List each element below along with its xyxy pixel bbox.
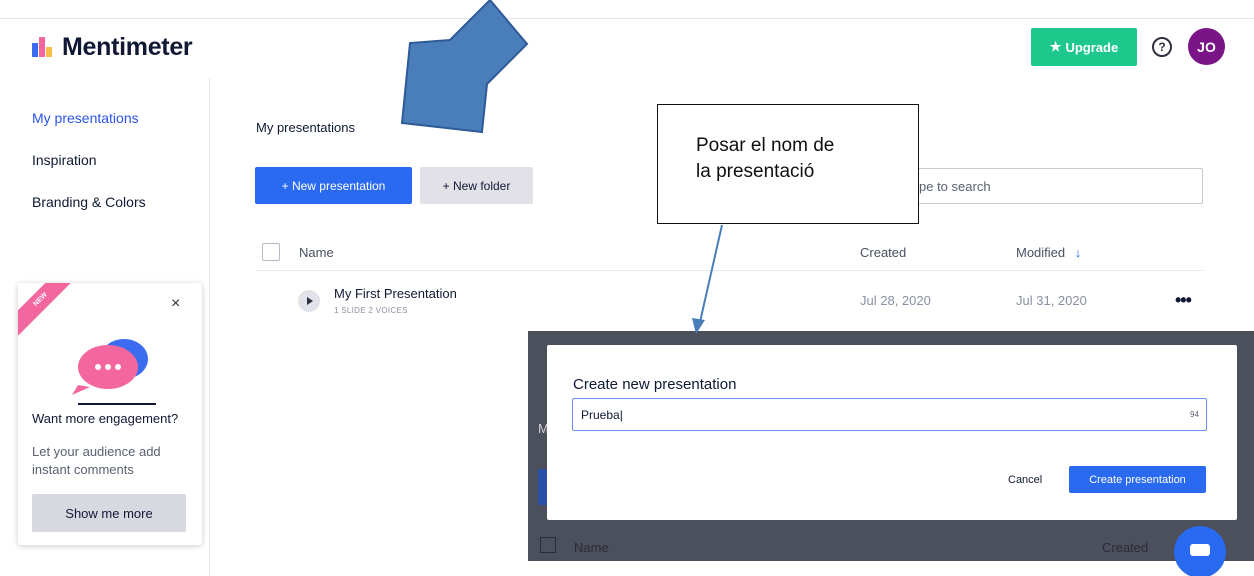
modified-date: Jul 31, 2020 — [1016, 293, 1087, 308]
chat-support-icon[interactable] — [1174, 526, 1226, 576]
chat-bubbles-illustration-icon — [72, 339, 156, 405]
callout-line-2: la presentació — [696, 161, 815, 182]
create-presentation-dialog: Create new presentation Prueba| 94 Cance… — [547, 345, 1237, 520]
promo-title: Want more engagement? — [32, 411, 179, 426]
select-all-checkbox[interactable] — [262, 243, 280, 261]
cancel-button[interactable]: Cancel — [1008, 474, 1042, 486]
search-placeholder: pe to search — [919, 179, 991, 194]
promo-card: NEW × Want more engagement? Let your aud… — [18, 283, 202, 545]
page-title: My presentations — [256, 120, 355, 135]
background-created-header: Created — [1102, 540, 1149, 555]
help-icon[interactable]: ? — [1152, 37, 1172, 57]
table-header-divider — [257, 270, 1203, 271]
dialog-title: Create new presentation — [573, 376, 737, 393]
presentation-name[interactable]: My First Presentation — [334, 286, 457, 301]
new-presentation-button[interactable]: + New presentation — [255, 167, 412, 204]
pointer-line — [699, 224, 723, 323]
close-icon[interactable]: × — [171, 295, 180, 313]
modified-label: Modified — [1016, 245, 1066, 260]
create-presentation-button[interactable]: Create presentation — [1069, 466, 1206, 493]
user-avatar[interactable]: JO — [1188, 28, 1225, 65]
browser-top-edge — [0, 18, 1254, 19]
show-me-more-button[interactable]: Show me more — [32, 494, 186, 532]
more-options-icon[interactable]: ••• — [1175, 290, 1192, 311]
presentation-meta: 1 SLIDE 2 VOICES — [334, 306, 408, 315]
presentation-name-input[interactable]: Prueba| 94 — [572, 398, 1207, 431]
callout-line-1: Posar el nom de — [696, 135, 835, 156]
char-counter: 94 — [1190, 410, 1199, 419]
app-logo[interactable]: Mentimeter — [32, 32, 193, 62]
sidebar-item-branding-colors[interactable]: Branding & Colors — [32, 194, 146, 210]
background-checkbox — [540, 537, 556, 553]
app-name: Mentimeter — [62, 32, 193, 61]
sidebar-divider — [209, 78, 210, 576]
sidebar-item-inspiration[interactable]: Inspiration — [32, 152, 97, 168]
callout-text: Posar el nom de la presentació — [696, 133, 834, 185]
column-header-name[interactable]: Name — [299, 245, 334, 260]
mentimeter-logo-icon — [32, 37, 54, 57]
annotation-callout: Posar el nom de la presentació — [657, 104, 919, 224]
promo-text: Let your audience add instant comments — [32, 444, 161, 477]
new-folder-button[interactable]: + New folder — [420, 167, 533, 204]
big-arrow-icon — [400, 0, 529, 134]
input-value: Prueba| — [581, 408, 623, 422]
background-name-header: Name — [574, 540, 609, 555]
upgrade-label: Upgrade — [1065, 39, 1119, 55]
column-header-created[interactable]: Created — [860, 245, 906, 260]
sidebar-item-my-presentations[interactable]: My presentations — [32, 110, 139, 126]
upgrade-button[interactable]: ★ Upgrade — [1031, 28, 1137, 66]
sort-arrow-down-icon: ↓ — [1074, 245, 1082, 260]
search-input[interactable]: pe to search — [900, 168, 1203, 204]
created-date: Jul 28, 2020 — [860, 293, 931, 308]
column-header-modified[interactable]: Modified ↓ — [1016, 245, 1081, 260]
new-badge: NEW — [18, 283, 80, 339]
play-icon[interactable] — [298, 290, 320, 312]
star-icon: ★ — [1049, 39, 1062, 54]
